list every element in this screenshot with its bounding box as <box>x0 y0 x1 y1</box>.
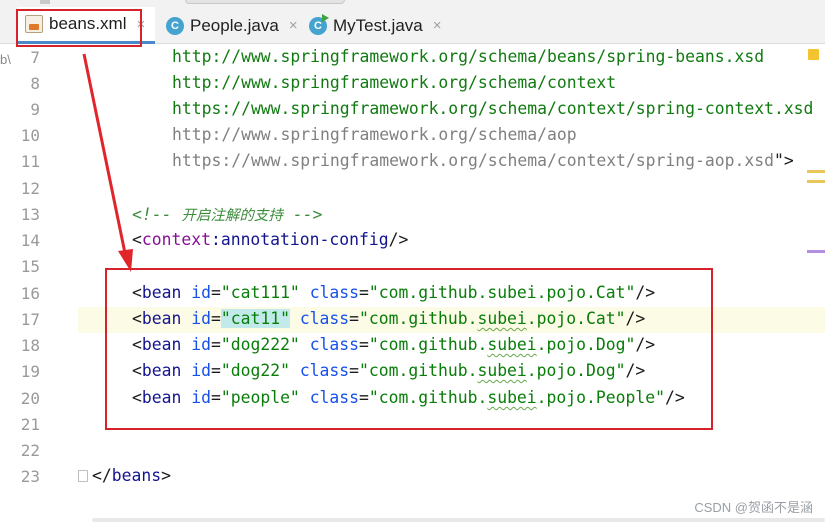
arrow-shaft <box>82 53 128 259</box>
annotation-arrow <box>82 53 133 272</box>
arrow-head <box>118 249 133 272</box>
horizontal-scrollbar[interactable] <box>92 518 825 522</box>
watermark: CSDN @贺函不是涵 <box>694 500 813 515</box>
